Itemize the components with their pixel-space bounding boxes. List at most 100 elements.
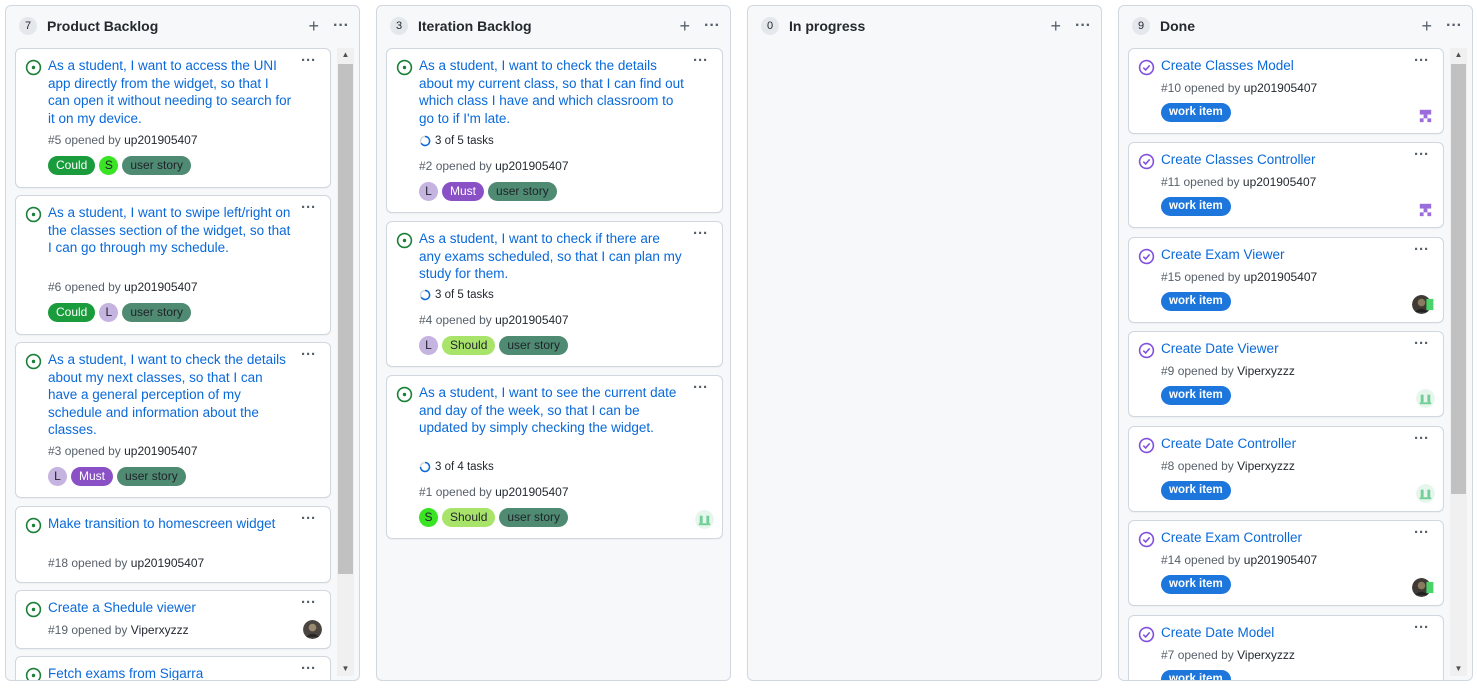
label-user-story[interactable]: user story	[499, 508, 569, 527]
scroll-up-arrow-icon[interactable]: ▲	[1450, 48, 1467, 62]
closed-issue-card[interactable]: ··· Create Date Controller #8 opened by …	[1128, 426, 1444, 512]
column-menu-button[interactable]: ···	[1075, 18, 1091, 34]
issue-number[interactable]: #9	[1161, 364, 1174, 378]
issue-number[interactable]: #18	[48, 556, 68, 570]
add-card-button[interactable]: +	[1051, 17, 1062, 35]
column-menu-button[interactable]: ···	[1446, 18, 1462, 34]
author-link[interactable]: Viperxyzzz	[1237, 459, 1295, 473]
card-title[interactable]: Create Date Model	[1161, 624, 1405, 642]
card-title[interactable]: As a student, I want to check the detail…	[419, 57, 684, 127]
issue-number[interactable]: #15	[1161, 270, 1181, 284]
label-user-story[interactable]: user story	[117, 467, 186, 486]
label-size-l[interactable]: L	[48, 467, 67, 486]
label-size-l[interactable]: L	[419, 182, 438, 201]
add-card-button[interactable]: +	[680, 17, 691, 35]
scrollbar-thumb[interactable]	[338, 64, 353, 574]
author-link[interactable]: up201905407	[124, 133, 197, 147]
card-menu-button[interactable]: ···	[693, 379, 708, 396]
card-menu-button[interactable]: ···	[1414, 335, 1429, 352]
closed-issue-card[interactable]: ··· Create Date Viewer #9 opened by Vipe…	[1128, 331, 1444, 417]
label-could[interactable]: Could	[48, 303, 96, 322]
label-should[interactable]: Should	[442, 508, 496, 527]
label-size-s[interactable]: S	[99, 156, 119, 175]
label-should[interactable]: Should	[442, 336, 496, 355]
assignee-avatar[interactable]	[1416, 106, 1435, 125]
card-menu-button[interactable]: ···	[301, 199, 316, 216]
issue-number[interactable]: #19	[48, 623, 68, 637]
scroll-down-arrow-icon[interactable]: ▼	[337, 662, 354, 676]
author-link[interactable]: up201905407	[124, 444, 197, 458]
label-work-item[interactable]: work item	[1161, 386, 1231, 405]
assignee-avatar[interactable]	[1425, 295, 1439, 314]
closed-issue-card[interactable]: ··· Create Exam Viewer #15 opened by up2…	[1128, 237, 1444, 323]
label-size-s[interactable]: S	[419, 508, 438, 527]
issue-number[interactable]: #7	[1161, 648, 1174, 662]
label-size-l[interactable]: L	[99, 303, 119, 322]
closed-issue-card[interactable]: ··· Create Classes Model #10 opened by u…	[1128, 48, 1444, 134]
card-title[interactable]: Create Classes Model	[1161, 57, 1405, 75]
closed-issue-card[interactable]: ··· Create Exam Controller #14 opened by…	[1128, 520, 1444, 606]
card-title[interactable]: Make transition to homescreen widget	[48, 515, 292, 533]
issue-number[interactable]: #2	[419, 159, 432, 173]
issue-number[interactable]: #10	[1161, 81, 1181, 95]
author-link[interactable]: Viperxyzzz	[131, 623, 189, 637]
issue-number[interactable]: #11	[1161, 175, 1180, 189]
author-link[interactable]: up201905407	[495, 485, 568, 499]
card-menu-button[interactable]: ···	[301, 346, 316, 363]
scrollbar[interactable]: ▲ ▼	[1450, 48, 1467, 676]
card-title[interactable]: Create a Shedule viewer	[48, 599, 292, 617]
author-link[interactable]: up201905407	[1244, 553, 1317, 567]
author-link[interactable]: up201905407	[1244, 81, 1317, 95]
card-menu-button[interactable]: ···	[1414, 430, 1429, 447]
scroll-down-arrow-icon[interactable]: ▼	[1450, 662, 1467, 676]
author-link[interactable]: up201905407	[495, 159, 568, 173]
scrollbar[interactable]: ▲ ▼	[337, 48, 354, 676]
card-menu-button[interactable]: ···	[1414, 241, 1429, 258]
issue-card[interactable]: ··· As a student, I want to check if the…	[386, 221, 723, 367]
label-user-story[interactable]: user story	[499, 336, 569, 355]
issue-number[interactable]: #1	[419, 485, 432, 499]
card-title[interactable]: Create Date Viewer	[1161, 340, 1405, 358]
card-title[interactable]: As a student, I want to see the current …	[419, 384, 684, 437]
card-title[interactable]: Create Exam Controller	[1161, 529, 1405, 547]
issue-number[interactable]: #5	[48, 133, 61, 147]
author-link[interactable]: Viperxyzzz	[1237, 648, 1295, 662]
label-could[interactable]: Could	[48, 156, 96, 175]
card-menu-button[interactable]: ···	[693, 52, 708, 69]
card-title[interactable]: Fetch exams from Sigarra	[48, 665, 292, 680]
issue-number[interactable]: #8	[1161, 459, 1174, 473]
card-menu-button[interactable]: ···	[693, 225, 708, 242]
assignee-avatar[interactable]	[1416, 200, 1435, 219]
scrollbar-thumb[interactable]	[1451, 64, 1466, 494]
scroll-up-arrow-icon[interactable]: ▲	[337, 48, 354, 62]
column-menu-button[interactable]: ···	[333, 18, 349, 34]
issue-number[interactable]: #6	[48, 280, 61, 294]
assignee-avatar[interactable]	[1416, 484, 1435, 503]
issue-card[interactable]: ··· As a student, I want to see the curr…	[386, 375, 723, 539]
issue-number[interactable]: #14	[1161, 553, 1181, 567]
issue-card[interactable]: ··· Create a Shedule viewer #19 opened b…	[15, 590, 331, 649]
issue-card[interactable]: ··· Make transition to homescreen widget…	[15, 506, 331, 583]
author-link[interactable]: up201905407	[131, 556, 204, 570]
add-card-button[interactable]: +	[309, 17, 320, 35]
card-menu-button[interactable]: ···	[301, 660, 316, 677]
label-work-item[interactable]: work item	[1161, 481, 1231, 500]
label-work-item[interactable]: work item	[1161, 197, 1231, 216]
label-work-item[interactable]: work item	[1161, 670, 1231, 680]
issue-card[interactable]: ··· As a student, I want to check the de…	[15, 342, 331, 498]
label-size-l[interactable]: L	[419, 336, 438, 355]
card-title[interactable]: As a student, I want to check the detail…	[48, 351, 292, 439]
card-menu-button[interactable]: ···	[1414, 52, 1429, 69]
card-menu-button[interactable]: ···	[301, 52, 316, 69]
closed-issue-card[interactable]: ··· Create Date Model #7 opened by Viper…	[1128, 615, 1444, 680]
issue-number[interactable]: #4	[419, 313, 432, 327]
card-title[interactable]: As a student, I want to swipe left/right…	[48, 204, 292, 257]
assignee-avatar[interactable]	[695, 510, 714, 529]
label-must[interactable]: Must	[71, 467, 114, 486]
card-menu-button[interactable]: ···	[301, 594, 316, 611]
card-menu-button[interactable]: ···	[1414, 146, 1429, 163]
closed-issue-card[interactable]: ··· Create Classes Controller #11 opened…	[1128, 142, 1444, 228]
card-title[interactable]: As a student, I want to access the UNI a…	[48, 57, 292, 127]
card-title[interactable]: As a student, I want to check if there a…	[419, 230, 684, 283]
card-menu-button[interactable]: ···	[1414, 619, 1429, 636]
